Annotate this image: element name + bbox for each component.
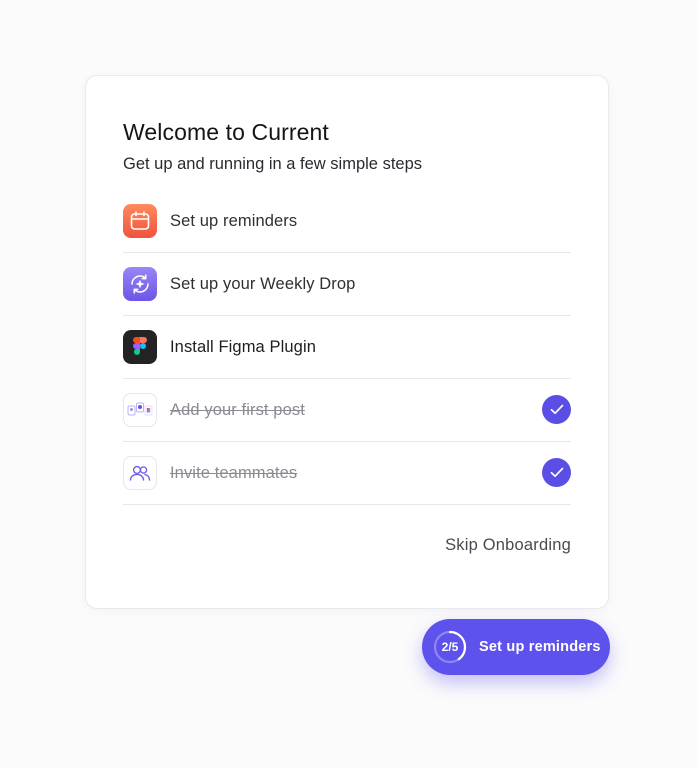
step-invite-teammates[interactable]: Invite teammates [123,442,571,505]
step-label: Add your first post [170,400,305,419]
step-set-up-reminders[interactable]: Set up reminders [123,190,571,253]
step-label: Set up reminders [170,211,298,230]
post-collage-icon [123,393,157,427]
onboarding-subtitle: Get up and running in a few simple steps [123,155,423,173]
figma-icon [123,330,157,364]
users-icon [123,456,157,490]
onboarding-card: Welcome to Current Get up and running in… [85,75,609,609]
step-label: Invite teammates [170,463,298,482]
skip-onboarding-button[interactable]: Skip Onboarding [445,536,571,555]
next-step-label: Set up reminders [479,639,601,655]
skip-row: Skip Onboarding [123,536,571,555]
completed-check-icon [542,458,571,487]
onboarding-progress-button[interactable]: 2/5 Set up reminders [422,619,610,675]
onboarding-title: Welcome to Current [123,119,329,145]
step-weekly-drop[interactable]: Set up your Weekly Drop [123,253,571,316]
step-install-figma-plugin[interactable]: Install Figma Plugin [123,316,571,379]
weekly-drop-icon [123,267,157,301]
progress-count: 2/5 [441,640,459,654]
progress-ring: 2/5 [433,630,467,664]
step-label: Set up your Weekly Drop [170,274,356,293]
completed-check-icon [542,395,571,424]
onboarding-steps-list: Set up reminders Set up your Weekly Drop [123,190,571,505]
step-add-first-post[interactable]: Add your first post [123,379,571,442]
step-label: Install Figma Plugin [170,337,316,356]
calendar-icon [123,204,157,238]
